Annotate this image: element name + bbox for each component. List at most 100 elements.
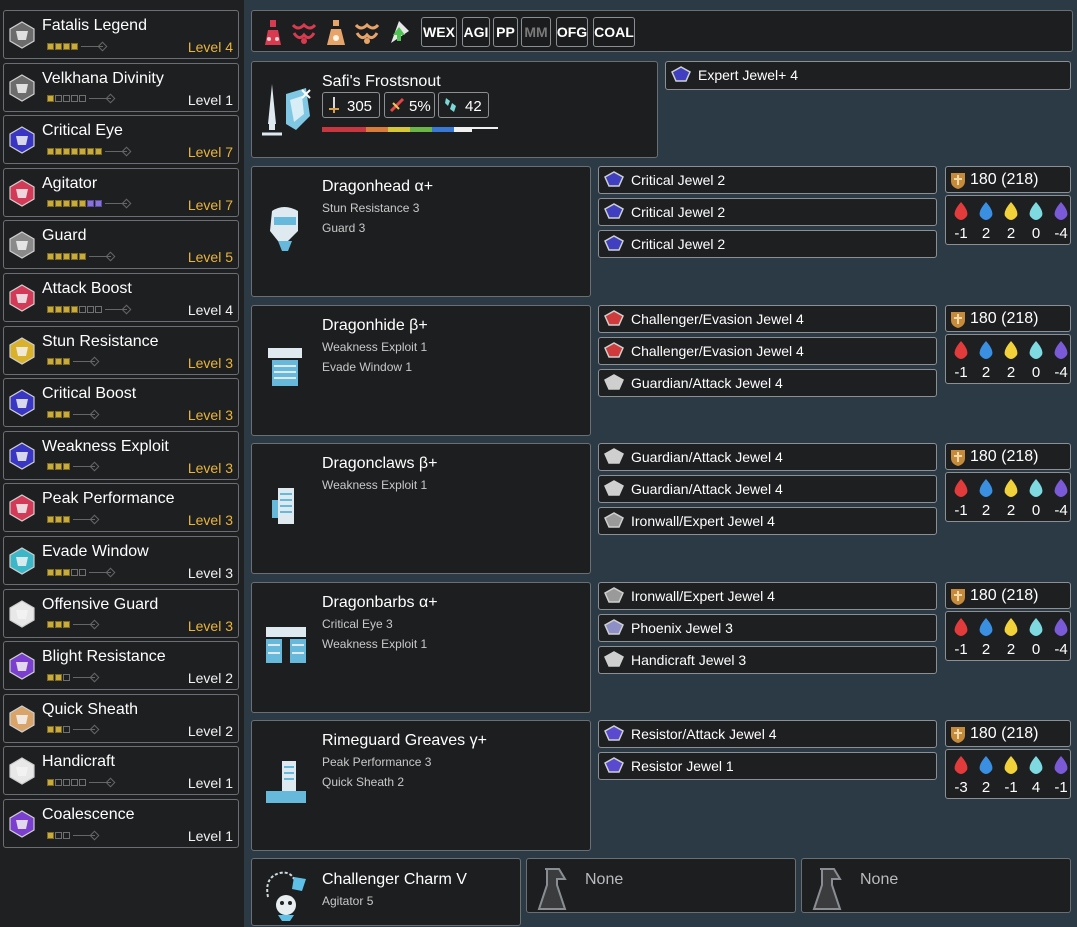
skill-name: Quick Sheath (42, 700, 139, 718)
deco-slot[interactable]: Challenger/Evasion Jewel 4 (598, 305, 937, 333)
skill-pip (63, 831, 70, 839)
skill-guard[interactable]: Guard Level 5 (3, 220, 239, 270)
skill-gem-icon (9, 599, 35, 628)
pip-track-end (73, 361, 95, 363)
deco-slot[interactable]: Critical Jewel 2 (598, 166, 937, 194)
skill-stun-resistance[interactable]: Stun Resistance Level 3 (3, 325, 239, 375)
skill-pip (55, 305, 62, 313)
filter-ofg-button[interactable]: OFG (556, 17, 588, 47)
skill-coalescence[interactable]: Coalescence Level 1 (3, 799, 239, 848)
skill-critical-boost[interactable]: Critical Boost Level 3 (3, 378, 239, 428)
ration-icon[interactable] (385, 17, 413, 47)
skill-peak-performance[interactable]: Peak Performance Level 3 (3, 483, 239, 533)
hp-potion-icon[interactable] (259, 17, 287, 47)
empty-slot-icon (537, 868, 567, 910)
resistance-value: -1 (954, 364, 968, 381)
deco-slot[interactable]: Ironwall/Expert Jewel 4 (598, 507, 937, 535)
skill-offensive-guard[interactable]: Offensive Guard Level 3 (3, 588, 239, 638)
armor-piece-4[interactable]: Dragonbarbs α+ Critical Eye 3 Weakness Exp… (251, 582, 591, 713)
demon-powder-icon[interactable] (290, 17, 318, 47)
pip-track-end (89, 571, 111, 573)
resistance-value: 2 (1006, 364, 1016, 381)
deco-slot[interactable]: Critical Jewel 2 (598, 198, 937, 226)
skill-level-pips (47, 462, 95, 472)
filter-wex-button[interactable]: WEX (421, 17, 457, 47)
resistance-value: -4 (1054, 225, 1068, 242)
armor-piece-2[interactable]: Dragonhide β+ Weakness Exploit 1 Evade Win… (251, 305, 591, 436)
skill-pip (63, 621, 70, 629)
skill-attack-boost[interactable]: Attack Boost Level 4 (3, 273, 239, 322)
skill-pip (47, 200, 54, 208)
deco-slot[interactable]: Guardian/Attack Jewel 4 (598, 369, 937, 397)
filter-pp-button[interactable]: PP (493, 17, 518, 47)
deco-slot[interactable]: Phoenix Jewel 3 (598, 614, 937, 642)
sharpness-segment (322, 127, 366, 132)
skill-blight-resistance[interactable]: Blight Resistance Level 2 (3, 641, 239, 691)
deco-name: Critical Jewel 2 (631, 236, 726, 252)
ice-icon (1029, 202, 1043, 220)
deco-name: Critical Jewel 2 (631, 204, 726, 220)
skill-weakness-exploit[interactable]: Weakness Exploit Level 3 (3, 430, 239, 480)
skill-pip (63, 410, 70, 418)
might-seed-icon[interactable] (353, 17, 381, 47)
skill-gem-icon (9, 179, 35, 207)
defense-shield-icon (951, 727, 965, 743)
skill-pip (47, 515, 54, 523)
skill-pip (55, 568, 62, 576)
fire-icon (954, 202, 968, 220)
armor-piece-5[interactable]: Rimeguard Greaves γ+ Peak Performance 3 Qu… (251, 720, 591, 851)
skill-velkhana-divinity[interactable]: Velkhana Divinity Level 1 (3, 62, 239, 112)
deco-slot[interactable]: Resistor Jewel 1 (598, 752, 937, 780)
filter-agi-button[interactable]: AGI (462, 17, 490, 47)
weapon-deco-slot[interactable]: Expert Jewel+ 4 (665, 61, 1071, 90)
sharpness-segment (432, 127, 454, 132)
deco-slot[interactable]: Guardian/Attack Jewel 4 (598, 475, 937, 503)
skill-pip (55, 831, 62, 839)
armor-piece-1[interactable]: Dragonhead α+ Stun Resistance 3 Guard 3 (251, 166, 591, 297)
filter-mm-button[interactable]: MM (521, 17, 551, 47)
skill-pip (55, 42, 62, 50)
fire-icon (954, 479, 968, 497)
empty-slot-label: None (860, 871, 899, 888)
skill-name: Handicraft (42, 753, 115, 771)
skill-gem-icon (9, 547, 35, 575)
defense-value: 180 (218) (970, 310, 1039, 327)
thunder-icon (1004, 618, 1018, 636)
skill-pip (63, 463, 70, 471)
skill-pip (47, 147, 54, 155)
armor-skill: Stun Resistance 3 (322, 201, 420, 215)
ice-icon (1029, 618, 1043, 636)
skill-level: Level 7 (187, 196, 233, 213)
skill-pip (63, 200, 70, 208)
deco-slot[interactable]: Ironwall/Expert Jewel 4 (598, 582, 937, 610)
deco-slot[interactable]: Challenger/Evasion Jewel 4 (598, 337, 937, 365)
deco-slot[interactable]: Critical Jewel 2 (598, 230, 937, 258)
skill-gem-icon (9, 810, 35, 838)
skill-agitator[interactable]: Agitator Level 7 (3, 167, 239, 217)
resistance-value: -3 (954, 779, 968, 796)
deco-slot[interactable]: Resistor/Attack Jewel 4 (598, 720, 937, 748)
skill-pip (71, 95, 78, 103)
armor-powder-icon[interactable] (322, 17, 350, 47)
deco-name: Phoenix Jewel 3 (631, 620, 733, 636)
skill-fatalis-legend[interactable]: Fatalis Legend Level 4 (3, 10, 239, 59)
skill-quick-sheath[interactable]: Quick Sheath Level 2 (3, 693, 239, 743)
skill-evade-window[interactable]: Evade Window Level 3 (3, 536, 239, 585)
empty-slot-2[interactable]: None (801, 858, 1071, 913)
skill-name: Velkhana Divinity (42, 69, 164, 87)
filter-coal-button[interactable]: COAL (593, 17, 635, 47)
skill-gem-icon (9, 652, 35, 680)
charm-panel[interactable]: Challenger Charm V Agitator 5 (251, 858, 521, 926)
armor-name: Dragonhead α+ (322, 178, 434, 195)
skill-handicraft[interactable]: Handicraft Level 1 (3, 746, 239, 796)
skill-pip (87, 147, 94, 155)
deco-slot[interactable]: Handicraft Jewel 3 (598, 646, 937, 674)
empty-slot-1[interactable]: None (526, 858, 796, 913)
jewel-icon (604, 448, 624, 464)
deco-slot[interactable]: Guardian/Attack Jewel 4 (598, 443, 937, 471)
armor-piece-3[interactable]: Dragonclaws β+ Weakness Exploit 1 (251, 443, 591, 574)
skill-critical-eye[interactable]: Critical Eye Level 7 (3, 115, 239, 165)
weapon-panel[interactable]: Safi's Frostsnout 305 5% 42 (251, 61, 658, 158)
skill-pip (79, 568, 86, 576)
jewel-icon (604, 342, 624, 358)
